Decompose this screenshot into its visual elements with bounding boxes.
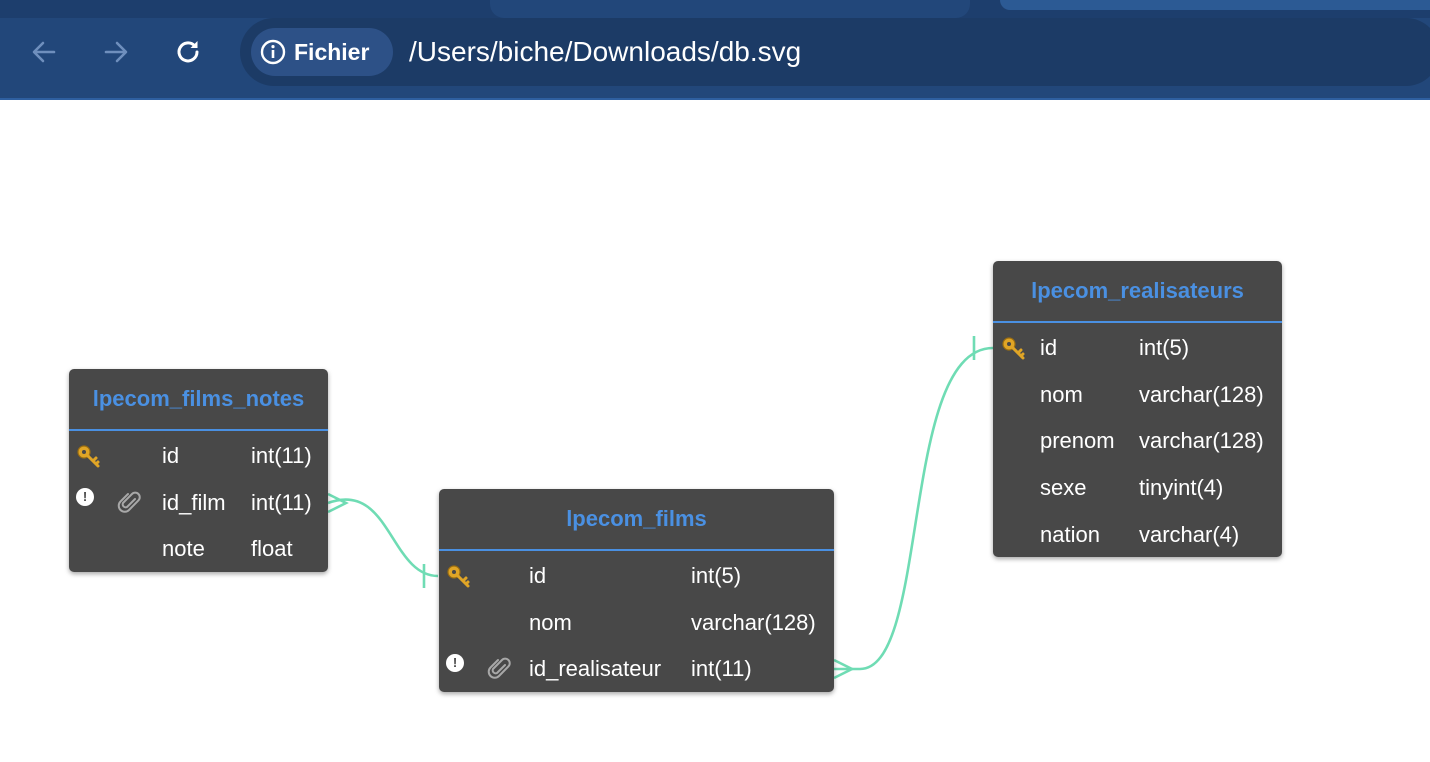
column-type: int(11): [251, 443, 312, 468]
reload-button[interactable]: [168, 32, 208, 72]
not-null-icon: !: [446, 654, 464, 672]
active-tab[interactable]: [490, 0, 970, 18]
column-row[interactable]: id int(11): [69, 441, 328, 471]
column-name: id: [1040, 335, 1058, 360]
url-text[interactable]: /Users/biche/Downloads/db.svg: [409, 34, 801, 70]
column-type: int(5): [691, 563, 742, 588]
column-row[interactable]: id int(5): [993, 333, 1282, 363]
column-type: tinyint(4): [1139, 475, 1224, 500]
arrow-left-icon: [32, 41, 56, 63]
browser-toolbar: Fichier /Users/biche/Downloads/db.svg: [0, 0, 1430, 100]
column-type: int(11): [251, 490, 312, 515]
column-type: int(5): [1139, 335, 1190, 360]
paperclip-icon: [487, 657, 511, 679]
column-row[interactable]: note float: [69, 534, 328, 564]
column-name: id: [529, 563, 547, 588]
primary-key-icon: [447, 565, 470, 588]
column-name: prenom: [1040, 428, 1115, 453]
column-row[interactable]: nation varchar(4): [993, 520, 1282, 550]
paperclip-icon: [117, 491, 141, 513]
column-type: int(11): [691, 656, 752, 681]
column-row[interactable]: id int(5): [439, 561, 834, 591]
reload-icon: [177, 41, 199, 63]
column-name: nation: [1040, 522, 1100, 547]
arrow-right-icon: [104, 41, 128, 63]
column-type: float: [251, 536, 293, 561]
back-button[interactable]: [24, 32, 64, 72]
column-row[interactable]: nom varchar(128): [439, 608, 834, 638]
table-lpecom-films-notes[interactable]: lpecom_films_notes id int(11) ! id_film …: [69, 369, 328, 572]
table-title: lpecom_films: [439, 489, 834, 551]
column-row[interactable]: nom varchar(128): [993, 380, 1282, 410]
primary-key-icon: [1002, 337, 1025, 360]
column-name: note: [162, 536, 205, 561]
column-name: id_film: [162, 490, 226, 515]
table-lpecom-realisateurs[interactable]: lpecom_realisateurs id int(5) nom varcha…: [993, 261, 1282, 557]
not-null-icon: !: [76, 488, 94, 506]
column-type: varchar(128): [691, 610, 816, 635]
column-type: varchar(128): [1139, 382, 1264, 407]
table-title: lpecom_realisateurs: [993, 261, 1282, 323]
inactive-tab[interactable]: [1000, 0, 1430, 10]
tab-strip: [0, 0, 1430, 18]
column-type: varchar(128): [1139, 428, 1264, 453]
column-row[interactable]: sexe tinyint(4): [993, 473, 1282, 503]
table-lpecom-films[interactable]: lpecom_films id int(5) nom varchar(128) …: [439, 489, 834, 692]
info-circle-icon: [260, 39, 286, 65]
column-row[interactable]: prenom varchar(128): [993, 426, 1282, 456]
site-info-chip[interactable]: Fichier: [251, 28, 393, 76]
column-row[interactable]: ! id_film int(11): [69, 488, 328, 518]
column-name: sexe: [1040, 475, 1087, 500]
column-type: varchar(4): [1139, 522, 1240, 547]
primary-key-icon: [77, 445, 100, 468]
column-name: nom: [529, 610, 572, 635]
column-name: id_realisateur: [529, 656, 662, 681]
table-title: lpecom_films_notes: [69, 369, 328, 431]
column-row[interactable]: ! id_realisateur int(11): [439, 654, 834, 684]
column-name: nom: [1040, 382, 1083, 407]
site-info-label: Fichier: [294, 38, 370, 65]
forward-button[interactable]: [96, 32, 136, 72]
column-name: id: [162, 443, 180, 468]
